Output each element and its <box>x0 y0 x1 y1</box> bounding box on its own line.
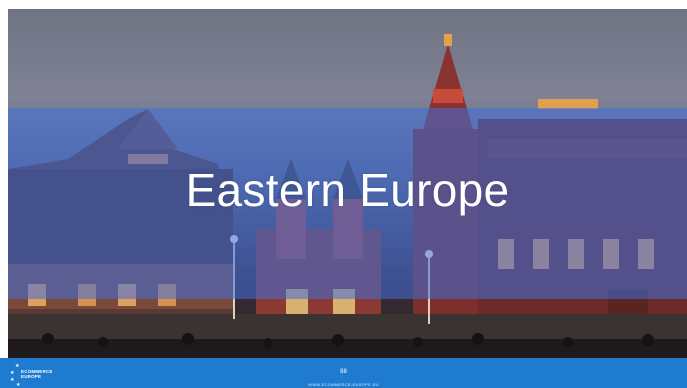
presentation-slide: Eastern Europe ★ ★ ★ ★ ECOMMERCE EUROPE … <box>0 0 687 388</box>
footer-url: WWW.ECOMMERCE-EUROPE.EU <box>308 382 379 387</box>
footer-bar: ★ ★ ★ ★ ECOMMERCE EUROPE 88 WWW.ECOMMERC… <box>0 358 687 388</box>
page-number: 88 <box>340 369 347 375</box>
red-square-photo: Eastern Europe <box>8 9 687 358</box>
slide-title: Eastern Europe <box>185 164 510 216</box>
